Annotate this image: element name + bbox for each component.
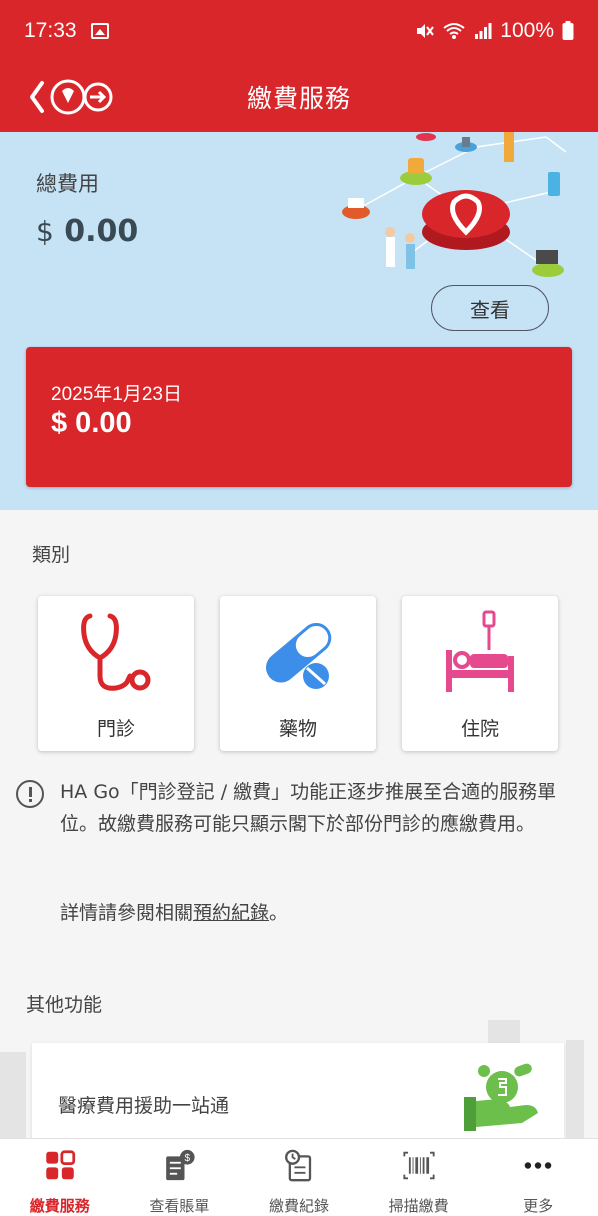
total-fee-label: 總費用 <box>36 172 99 196</box>
mute-icon <box>417 24 435 38</box>
category-medication[interactable]: 藥物 <box>220 596 376 751</box>
category-inpatient-label: 住院 <box>460 718 499 740</box>
categories-heading: 類別 <box>32 544 71 566</box>
nav-more-label: 更多 <box>523 1197 554 1215</box>
notice-more-info: 詳情請參閱相關預約紀錄。 <box>60 898 288 925</box>
nav-view-bills-label: 查看賬單 <box>149 1197 210 1215</box>
bottom-navigation: 繳費服務 $ 查看賬單 繳費紀錄 掃描繳費 更多 <box>0 1138 598 1216</box>
grid-icon <box>46 1150 75 1180</box>
back-button[interactable] <box>28 70 118 124</box>
stethoscope-icon <box>81 613 151 691</box>
barcode-icon <box>402 1151 435 1180</box>
total-fee-amount: $ 0.00 <box>36 214 138 249</box>
total-fee-currency: $ <box>36 215 54 248</box>
money-hand-icon <box>464 1063 538 1131</box>
nav-scan-to-pay-label: 掃描繳費 <box>388 1197 449 1215</box>
nav-payment-services[interactable]: 繳費服務 <box>0 1139 120 1216</box>
battery-percent: 100% <box>500 19 554 42</box>
category-outpatient-label: 門診 <box>96 718 135 740</box>
notice-more-prefix: 詳情請參閱相關 <box>60 902 194 924</box>
category-inpatient[interactable]: 住院 <box>402 596 558 751</box>
due-payment-card[interactable]: 2025年1月23日 $ 0.00 <box>26 347 572 487</box>
info-alert-icon <box>16 780 44 808</box>
page-title: 繳費服務 <box>246 84 351 113</box>
hospital-network-illustration <box>342 132 567 277</box>
battery-icon <box>562 21 574 40</box>
pill-capsule-icon <box>266 622 332 689</box>
more-icon <box>524 1162 552 1169</box>
gallery-notification-icon <box>90 23 109 39</box>
medical-fee-assistance-label: 醫療費用援助一站通 <box>58 1095 230 1117</box>
due-date: 2025年1月23日 <box>51 384 182 405</box>
status-bar: 17:33 100% <box>0 0 598 62</box>
appointment-records-link[interactable]: 預約紀錄 <box>193 902 269 924</box>
status-time: 17:33 <box>24 19 77 42</box>
medical-fee-assistance-card[interactable]: 醫療費用援助一站通 <box>32 1043 564 1143</box>
nav-more[interactable]: 更多 <box>478 1139 598 1216</box>
background-decoration <box>0 1052 26 1138</box>
bill-icon: $ <box>166 1149 195 1181</box>
notice-text: HA Go「門診登記 / 繳費」功能正逐步推展至合適的服務單位。故繳費服務可能只… <box>60 781 557 835</box>
other-functions-heading: 其他功能 <box>26 994 103 1016</box>
nav-payment-services-label: 繳費服務 <box>29 1197 90 1215</box>
nav-payment-history-label: 繳費紀錄 <box>268 1197 329 1215</box>
signal-icon <box>475 23 492 39</box>
notice-more-suffix: 。 <box>269 902 289 924</box>
total-fee-value: 0.00 <box>64 214 139 249</box>
nav-view-bills[interactable]: $ 查看賬單 <box>120 1139 240 1216</box>
svg-text:$: $ <box>185 1153 191 1164</box>
nav-payment-history[interactable]: 繳費紀錄 <box>239 1139 359 1216</box>
nav-scan-to-pay[interactable]: 掃描繳費 <box>359 1139 479 1216</box>
hospital-bed-icon <box>446 610 514 692</box>
category-outpatient[interactable]: 門診 <box>38 596 194 751</box>
due-amount: $ 0.00 <box>51 407 132 439</box>
category-medication-label: 藥物 <box>278 718 317 740</box>
history-icon <box>285 1149 312 1182</box>
wifi-icon <box>443 23 465 39</box>
back-ha-go-logo-icon <box>30 79 113 115</box>
app-bar: 繳費服務 <box>0 62 598 132</box>
view-button[interactable]: 查看 <box>431 285 549 331</box>
background-decoration <box>566 1040 584 1138</box>
background-decoration <box>488 1020 520 1044</box>
